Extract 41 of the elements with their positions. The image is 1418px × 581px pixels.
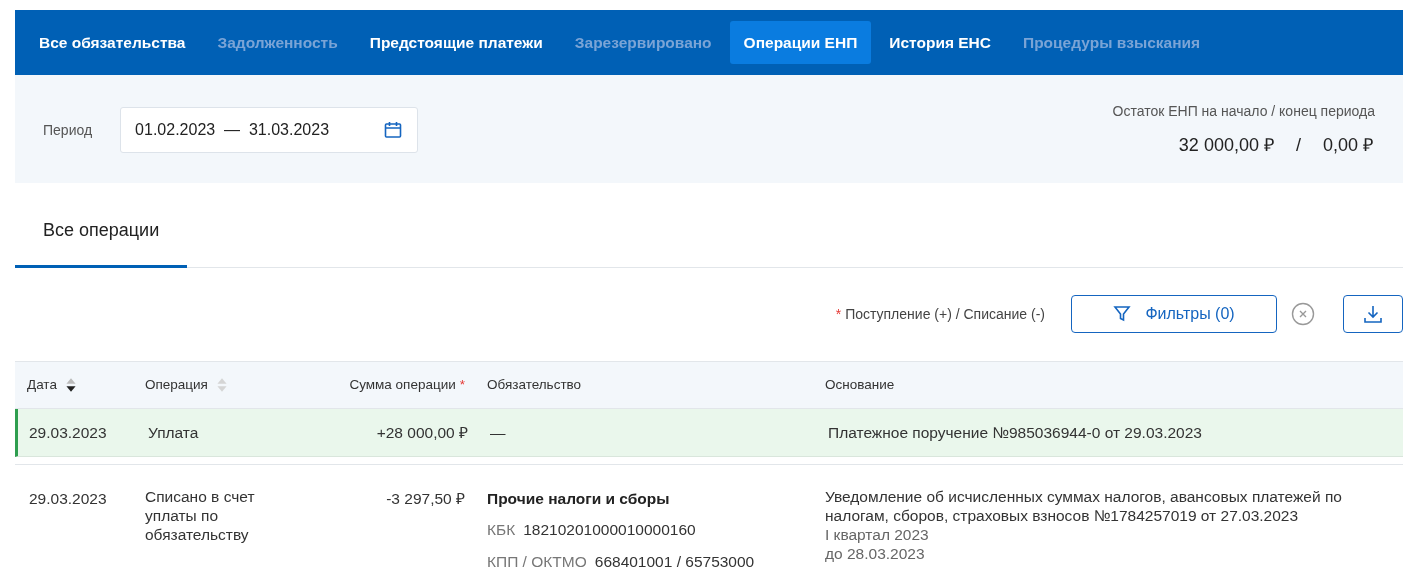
filter-icon bbox=[1113, 305, 1132, 323]
legend-text: * Поступление (+) / Списание (-) bbox=[835, 304, 1045, 324]
detail-value: 668401001 / 65753000 bbox=[594, 551, 755, 572]
operation-text: Списано в счет уплаты по обязательству bbox=[145, 487, 256, 544]
column-header: Основание bbox=[825, 375, 895, 394]
nav-tab[interactable]: Предстоящие платежи bbox=[355, 21, 557, 64]
column-header[interactable]: Операция bbox=[145, 374, 208, 396]
basis-note: до 28.03.2023 bbox=[825, 544, 926, 563]
column-header: Сумма операции * bbox=[349, 375, 465, 394]
calendar-icon bbox=[383, 120, 404, 140]
balance-value: 32 000,00 ₽ bbox=[1178, 134, 1274, 157]
amount-text: +28 000,00 ₽ bbox=[376, 422, 468, 443]
filters-button[interactable]: Фильтры (0) bbox=[1071, 295, 1277, 333]
download-icon bbox=[1363, 304, 1383, 324]
detail-label: КБК bbox=[487, 520, 516, 541]
column-header[interactable]: Дата bbox=[27, 374, 57, 396]
date-range-field[interactable]: 01.02.2023 — 31.03.2023 bbox=[120, 107, 419, 153]
obligation-title: — bbox=[490, 422, 507, 443]
sort-icon[interactable] bbox=[64, 377, 77, 393]
separator-text: / bbox=[1295, 134, 1301, 157]
basis-text: Уведомление об исчисленных суммах налогов, авансовых платежей по налогам, сборов, страховых взносов №1784257019 от 27.03.2023 bbox=[825, 487, 1343, 525]
period-label: Период bbox=[43, 120, 93, 140]
date-text: 29.03.2023 bbox=[29, 490, 107, 507]
nav-tab[interactable]: Операции ЕНП bbox=[729, 21, 872, 64]
balance-value: 0,00 ₽ bbox=[1322, 134, 1373, 157]
date-text: 29.03.2023 bbox=[29, 423, 107, 441]
download-button[interactable] bbox=[1343, 295, 1403, 333]
basis-note: I квартал 2023 bbox=[825, 525, 930, 544]
nav-tab[interactable]: История ЕНС bbox=[875, 21, 1005, 64]
section-tab[interactable]: Все операции bbox=[15, 195, 188, 268]
balance-label: Остаток ЕНП на начало / конец периода bbox=[1112, 102, 1375, 121]
basis-text: Платежное поручение №985036944-0 от 29.03.2023 bbox=[828, 423, 1203, 442]
nav-tab[interactable]: Все обязательства bbox=[25, 21, 200, 64]
obligation-title: Прочие налоги и сборы bbox=[487, 489, 671, 509]
detail-value: 18210201000010000160 bbox=[523, 520, 696, 541]
clear-icon[interactable] bbox=[1291, 302, 1315, 326]
column-header: Обязательство bbox=[487, 375, 582, 394]
detail-label: КПП / ОКТМО bbox=[487, 551, 587, 572]
table-row[interactable]: 29.03.2023 Уплата +28 000,00 ₽ — Платежное поручение №985036944-0 от 29.03.2023 bbox=[15, 409, 1403, 457]
amount-text: -3 297,50 ₽ bbox=[386, 489, 465, 509]
operation-text: Уплата bbox=[148, 423, 200, 442]
